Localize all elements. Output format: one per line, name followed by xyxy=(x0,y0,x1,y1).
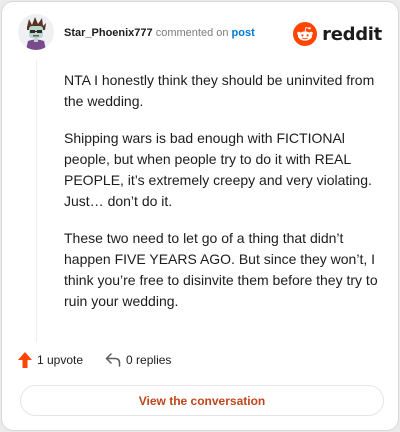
comment-header: Star_Phoenix777 commented on post reddit xyxy=(18,14,382,54)
avatar[interactable] xyxy=(18,14,54,50)
reply-icon xyxy=(105,353,121,367)
upvote-arrow-icon xyxy=(18,352,32,368)
avatar-icon xyxy=(18,14,54,50)
comment-paragraph: Shipping wars is bad enough with FICTION… xyxy=(64,130,372,209)
comment-actions: 1 upvote 0 replies xyxy=(18,349,193,371)
username-link[interactable]: Star_Phoenix777 xyxy=(64,27,153,39)
view-conversation-button[interactable]: View the conversation xyxy=(20,385,384,416)
upvote-button[interactable]: 1 upvote xyxy=(18,352,83,368)
reddit-logo[interactable]: reddit xyxy=(293,22,382,46)
comment-paragraph: NTA I honestly think they should be unin… xyxy=(64,72,375,109)
comment-card: Star_Phoenix777 commented on post reddit… xyxy=(1,1,399,431)
comment-paragraph: These two need to let go of a thing that… xyxy=(64,230,378,309)
reddit-wordmark: reddit xyxy=(322,23,382,45)
commented-on-text: commented on xyxy=(155,27,229,39)
post-link[interactable]: post xyxy=(232,27,255,39)
comment-body: NTA I honestly think they should be unin… xyxy=(64,70,386,328)
reply-count: 0 replies xyxy=(126,353,172,367)
reply-button[interactable]: 0 replies xyxy=(105,353,171,367)
thread-line xyxy=(36,60,37,342)
upvote-count: 1 upvote xyxy=(37,353,84,367)
comment-byline: Star_Phoenix777 commented on post xyxy=(64,27,255,39)
reddit-snoo-icon xyxy=(293,22,318,46)
